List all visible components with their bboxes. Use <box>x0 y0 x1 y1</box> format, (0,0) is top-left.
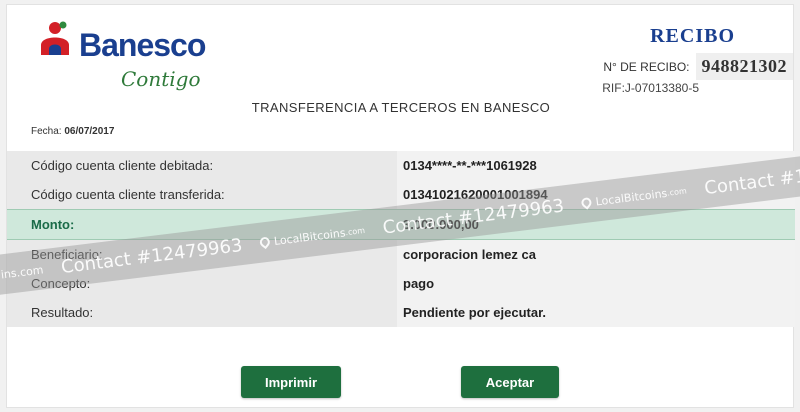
document-title: TRANSFERENCIA A TERCEROS EN BANESCO <box>251 100 551 115</box>
row-value: corporacion lemez ca <box>397 240 795 269</box>
details-table: Código cuenta cliente debitada: 0134****… <box>7 151 795 327</box>
row-label: Resultado: <box>7 298 397 327</box>
row-label: Concepto: <box>7 269 397 298</box>
receipt-number: 948821302 <box>695 53 793 80</box>
date-value: 06/07/2017 <box>64 126 115 137</box>
amount-label: Monto: <box>31 217 75 232</box>
row-value: 01341021620001001894 <box>397 180 795 209</box>
row-value: Pendiente por ejecutar. <box>397 298 795 327</box>
receipt-panel: Banesco Contigo RECIBO N° DE RECIBO: 948… <box>6 4 795 408</box>
amount-row: Monto: 3.000.000,00 <box>7 209 795 240</box>
row-label: Código cuenta cliente transferida: <box>7 180 397 209</box>
banesco-logo-icon <box>41 21 69 55</box>
table-row: Beneficiario: corporacion lemez ca <box>7 240 795 269</box>
date-line: Fecha: 06/07/2017 <box>31 126 114 137</box>
row-label: Código cuenta cliente debitada: <box>7 151 397 180</box>
table-row: Resultado: Pendiente por ejecutar. <box>7 298 795 327</box>
brand-tagline: Contigo <box>121 67 201 91</box>
print-button[interactable]: Imprimir <box>241 366 341 398</box>
brand-name: Banesco <box>79 27 206 63</box>
banesco-logo: Banesco Contigo <box>37 19 237 99</box>
accept-button[interactable]: Aceptar <box>461 366 559 398</box>
row-value: pago <box>397 269 795 298</box>
rif-text: RIF:J-07013380-5 <box>602 81 699 95</box>
receipt-title: RECIBO <box>650 25 735 47</box>
table-row: Código cuenta cliente transferida: 01341… <box>7 180 795 209</box>
table-row: Código cuenta cliente debitada: 0134****… <box>7 151 795 180</box>
amount-value: 3.000.000,00 <box>403 217 479 232</box>
row-value: 0134****-**-***1061928 <box>397 151 795 180</box>
receipt-number-label: N° DE RECIBO: <box>603 59 690 74</box>
table-row: Concepto: pago <box>7 269 795 298</box>
date-label: Fecha: <box>31 126 62 137</box>
row-label: Beneficiario: <box>7 240 397 269</box>
receipt-number-row: N° DE RECIBO: 948821302 <box>603 53 793 80</box>
